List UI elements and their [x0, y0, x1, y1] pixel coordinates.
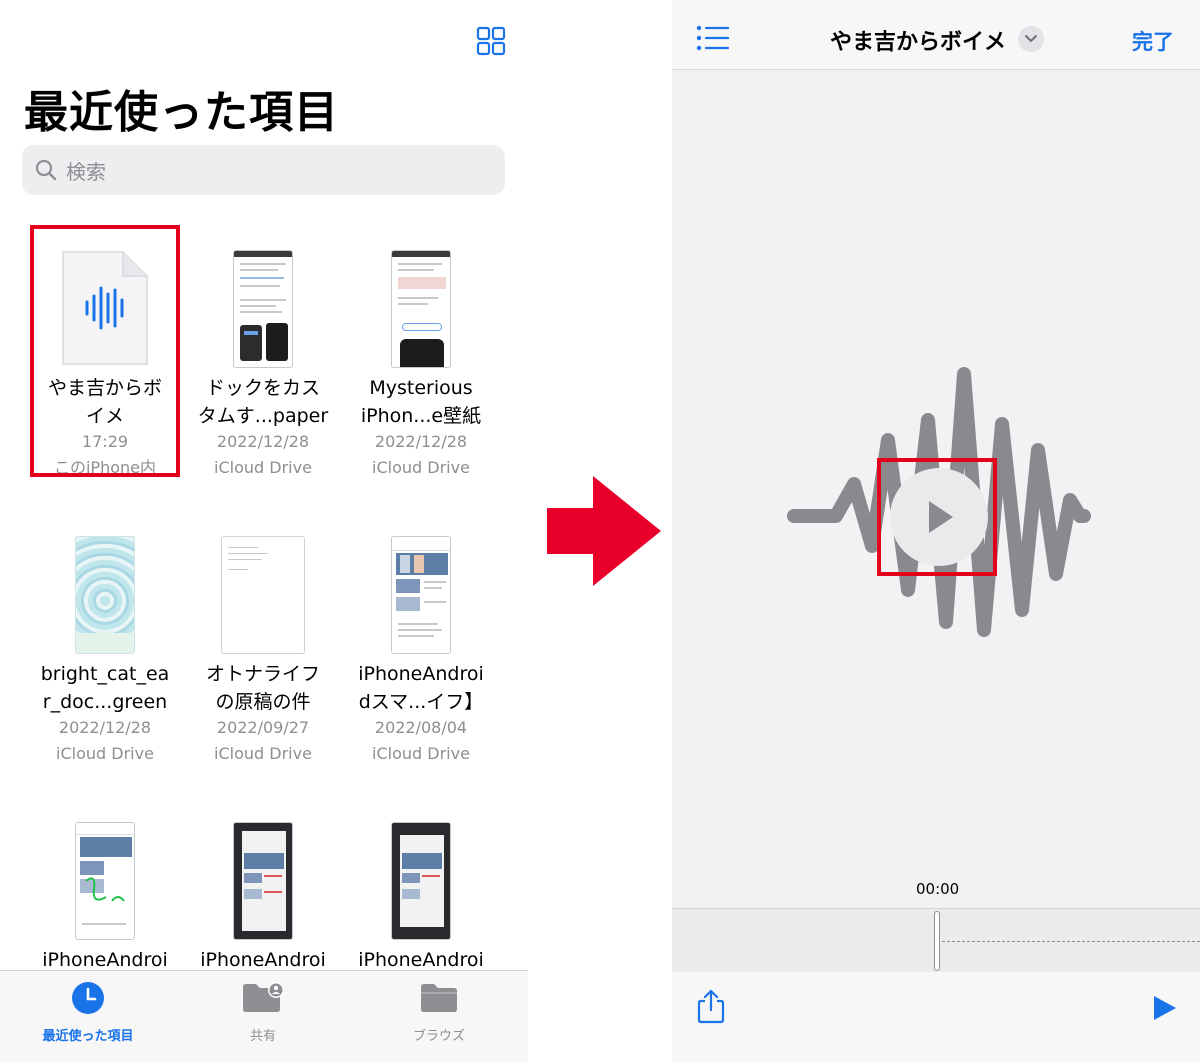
file-location: iCloud Drive — [372, 744, 470, 763]
title-menu-button[interactable] — [1018, 26, 1044, 52]
highlight-frame — [877, 458, 997, 576]
file-name: オトナライフ の原稿の件 — [205, 663, 320, 713]
file-date: 2022/12/28 — [374, 432, 468, 451]
file-item[interactable]: Mysterious iPhon...e壁紙 2022/12/28 iCloud… — [342, 236, 500, 506]
file-date: 2022/08/04 — [374, 718, 468, 737]
file-location: iCloud Drive — [56, 744, 154, 763]
shared-folder-icon — [243, 982, 284, 1012]
file-date: 2022/12/28 — [216, 432, 310, 451]
file-name: iPhoneAndroi dスマ...イフ】 — [358, 663, 484, 713]
tab-shared[interactable]: 共有 — [193, 981, 333, 1044]
chevron-down-icon — [1025, 35, 1037, 43]
tab-label: ブラウズ — [412, 1029, 465, 1044]
tab-recents[interactable]: 最近使った項目 — [18, 981, 158, 1044]
playback-time: 00:00 — [916, 880, 960, 898]
clock-icon — [72, 982, 104, 1014]
recording-title: やま吉からボイメ — [830, 30, 1007, 55]
search-input[interactable]: 検索 — [22, 145, 505, 195]
file-location: iCloud Drive — [214, 458, 312, 477]
file-thumbnail — [184, 236, 342, 368]
file-location: iCloud Drive — [214, 744, 312, 763]
file-thumbnail — [342, 808, 500, 940]
search-icon — [35, 159, 57, 181]
grid-view-icon[interactable] — [476, 26, 506, 56]
playhead-handle[interactable] — [934, 911, 940, 971]
file-thumbnail — [184, 522, 342, 654]
file-item[interactable]: iPhoneAndroi dスマ...イフ】 2022/08/04 iCloud… — [342, 522, 500, 792]
file-thumbnail — [342, 522, 500, 654]
play-icon[interactable] — [1150, 994, 1178, 1026]
player-screen: やま吉からボイメ 完了 00:00 — [672, 0, 1200, 1062]
file-name: ドックをカス タムす...paper — [197, 377, 329, 427]
tab-bar: 最近使った項目 共有 ブラウズ — [0, 970, 528, 1062]
player-toolbar — [672, 972, 1200, 1062]
timeline-track — [942, 941, 1200, 942]
file-date: 2022/12/28 — [58, 718, 152, 737]
file-item[interactable]: ドックをカス タムす...paper 2022/12/28 iCloud Dri… — [184, 236, 342, 506]
file-thumbnail — [342, 236, 500, 368]
share-icon[interactable] — [696, 988, 726, 1028]
file-name: Mysterious iPhon...e壁紙 — [360, 377, 482, 427]
file-location: iCloud Drive — [372, 458, 470, 477]
file-name: bright_cat_ea r_doc...green — [40, 663, 170, 713]
highlight-frame — [30, 225, 180, 477]
folder-icon — [421, 984, 457, 1012]
file-thumbnail — [184, 808, 342, 940]
tab-label: 共有 — [249, 1029, 276, 1044]
list-icon[interactable] — [696, 24, 730, 56]
page-title: 最近使った項目 — [24, 87, 339, 138]
file-thumbnail — [26, 522, 184, 654]
nav-bar: やま吉からボイメ 完了 — [672, 0, 1200, 70]
file-thumbnail — [26, 808, 184, 940]
files-app-screen: 最近使った項目 検索 やま吉からボ イメ 17:29 このiPhone内 ドック… — [0, 0, 528, 1062]
file-item[interactable]: オトナライフ の原稿の件 2022/09/27 iCloud Drive — [184, 522, 342, 792]
file-date: 2022/09/27 — [216, 718, 310, 737]
done-button[interactable]: 完了 — [1132, 26, 1174, 56]
timeline-scrubber[interactable] — [672, 908, 1200, 972]
search-placeholder: 検索 — [66, 159, 106, 184]
tab-browse[interactable]: ブラウズ — [369, 981, 509, 1044]
tab-label: 最近使った項目 — [42, 1029, 134, 1044]
arrow-right-icon — [547, 476, 661, 586]
file-item[interactable]: bright_cat_ea r_doc...green 2022/12/28 i… — [26, 522, 184, 792]
